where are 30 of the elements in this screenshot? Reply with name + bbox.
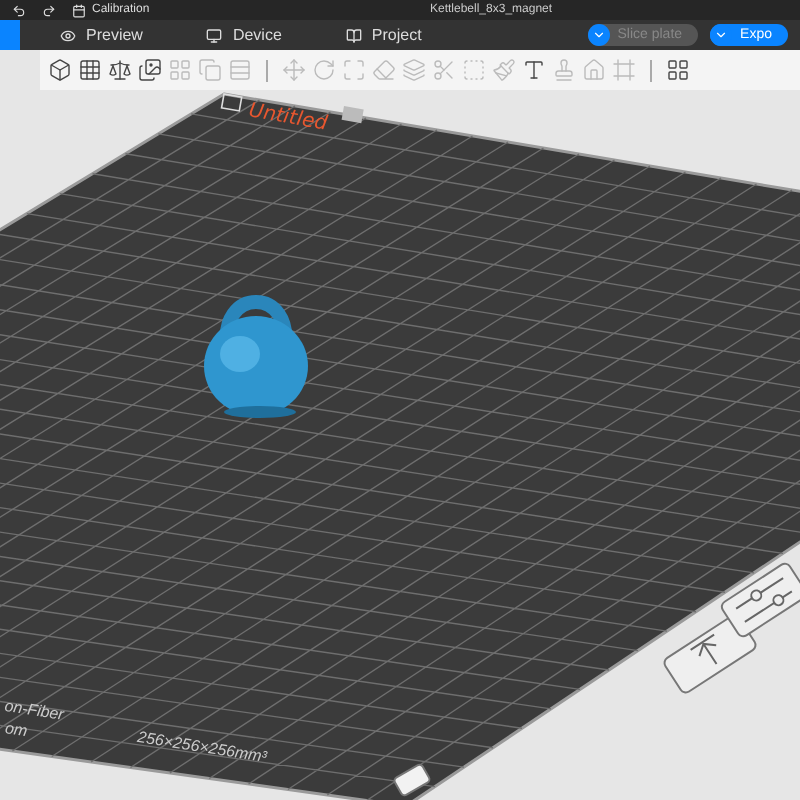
grid-icon[interactable] [78, 58, 102, 82]
frame-icon[interactable] [612, 58, 636, 82]
book-icon [345, 27, 362, 43]
kettlebell-drawing [204, 295, 308, 418]
settings-button[interactable] [718, 560, 800, 640]
redo-icon[interactable] [42, 3, 56, 17]
cube-icon[interactable] [48, 58, 72, 82]
monitor-icon [206, 27, 223, 43]
rotate-icon[interactable] [312, 58, 336, 82]
cut-icon[interactable] [432, 58, 456, 82]
layers-icon[interactable] [402, 58, 426, 82]
view-icon[interactable] [666, 58, 690, 82]
copy-icon[interactable] [198, 58, 222, 82]
tab[interactable]: Device [182, 20, 306, 50]
plate-button[interactable] [392, 762, 432, 798]
text-icon[interactable] [522, 58, 546, 82]
undo-icon[interactable] [12, 3, 26, 17]
layers-icon[interactable] [228, 58, 252, 82]
plate-label-icon [220, 93, 243, 112]
plate-label: om [3, 719, 29, 741]
plate-name: Untitled [246, 100, 329, 136]
tab[interactable]: Project [321, 20, 446, 50]
eye-icon [60, 27, 76, 43]
plate-icon[interactable] [138, 58, 162, 82]
home-icon[interactable] [582, 58, 606, 82]
eraser-icon[interactable] [372, 58, 396, 82]
tab[interactable]: Preview [36, 20, 167, 50]
calendar-icon [72, 3, 86, 17]
move-icon[interactable] [282, 58, 306, 82]
filament-label: on-Fiber [3, 696, 65, 724]
